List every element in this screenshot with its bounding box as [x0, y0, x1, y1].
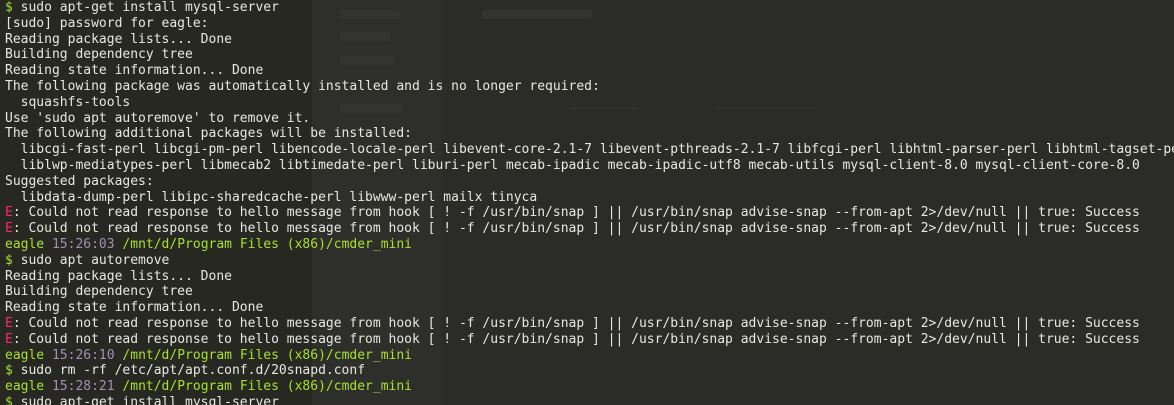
- prompt-symbol: $: [5, 394, 13, 405]
- error-line: E: Could not read response to hello mess…: [5, 221, 1174, 237]
- error-text: : Could not read response to hello messa…: [12, 331, 1140, 347]
- output-line: [sudo] password for eagle:: [5, 16, 1174, 32]
- output-line: liblwp-mediatypes-perl libmecab2 libtime…: [5, 158, 1174, 174]
- prompt-line: eagle 15:26:03 /mnt/d/Program Files (x86…: [5, 237, 1174, 253]
- error-text: : Could not read response to hello messa…: [12, 221, 1140, 237]
- output-text: Reading package lists... Done: [5, 31, 232, 47]
- prompt-symbol: $: [5, 0, 13, 15]
- output-line: Reading package lists... Done: [5, 269, 1174, 285]
- output-line: Building dependency tree: [5, 47, 1174, 63]
- output-line: Use 'sudo apt autoremove' to remove it.: [5, 111, 1174, 127]
- prompt-path: /mnt/d/Program Files (x86)/cmder_mini: [122, 379, 413, 395]
- output-text: Reading package lists... Done: [5, 268, 232, 284]
- error-prefix: E: [5, 315, 13, 331]
- output-line: libcgi-fast-perl libcgi-pm-perl libencod…: [5, 142, 1174, 158]
- output-line: libdata-dump-perl libipc-sharedcache-per…: [5, 190, 1174, 206]
- output-line: Reading state information... Done: [5, 300, 1174, 316]
- prompt-user: eagle: [5, 379, 45, 395]
- output-line: Reading package lists... Done: [5, 32, 1174, 48]
- prompt-path: /mnt/d/Program Files (x86)/cmder_mini: [122, 347, 413, 363]
- error-prefix: E: [5, 221, 13, 237]
- error-prefix: E: [5, 205, 13, 221]
- command-line: $ sudo apt autoremove: [5, 253, 1174, 269]
- output-text: The following additional packages will b…: [5, 126, 412, 142]
- prompt-symbol: $: [5, 363, 13, 379]
- prompt-user: eagle: [5, 236, 45, 252]
- output-text: Building dependency tree: [5, 284, 193, 300]
- command-text: sudo apt-get install mysql-server: [12, 0, 279, 15]
- output-text: libdata-dump-perl libipc-sharedcache-per…: [5, 189, 538, 205]
- prompt-line: eagle 15:26:10 /mnt/d/Program Files (x86…: [5, 348, 1174, 364]
- prompt-symbol: $: [5, 252, 13, 268]
- output-text: The following package was automatically …: [5, 78, 600, 94]
- error-text: : Could not read response to hello messa…: [12, 205, 1140, 221]
- prompt-path: /mnt/d/Program Files (x86)/cmder_mini: [122, 236, 413, 252]
- output-text: [sudo] password for eagle:: [5, 15, 209, 31]
- error-text: : Could not read response to hello messa…: [12, 315, 1140, 331]
- command-line: $ sudo apt-get install mysql-server: [5, 0, 1174, 16]
- output-text: Building dependency tree: [5, 47, 193, 63]
- output-text: libcgi-fast-perl libcgi-pm-perl libencod…: [5, 142, 1174, 158]
- output-text: squashfs-tools: [5, 94, 131, 110]
- output-text: Reading state information... Done: [5, 300, 264, 316]
- prompt-line: eagle 15:28:21 /mnt/d/Program Files (x86…: [5, 379, 1174, 395]
- error-line: E: Could not read response to hello mess…: [5, 205, 1174, 221]
- terminal-output[interactable]: $ sudo apt-get install mysql-server [sudo…: [0, 0, 1174, 405]
- command-line: $ sudo rm -rf /etc/apt/apt.conf.d/20snap…: [5, 363, 1174, 379]
- output-line: squashfs-tools: [5, 95, 1174, 111]
- command-line: $ sudo apt-get install mysql-server: [5, 395, 1174, 405]
- output-line: The following additional packages will b…: [5, 126, 1174, 142]
- prompt-user: eagle: [5, 347, 45, 363]
- output-line: The following package was automatically …: [5, 79, 1174, 95]
- command-text: sudo apt-get install mysql-server: [12, 394, 279, 405]
- output-text: Suggested packages:: [5, 173, 154, 189]
- error-line: E: Could not read response to hello mess…: [5, 316, 1174, 332]
- output-text: liblwp-mediatypes-perl libmecab2 libtime…: [5, 157, 1140, 173]
- error-line: E: Could not read response to hello mess…: [5, 332, 1174, 348]
- output-line: Reading state information... Done: [5, 63, 1174, 79]
- command-text: sudo apt autoremove: [12, 252, 170, 268]
- output-line: Building dependency tree: [5, 284, 1174, 300]
- output-text: Use 'sudo apt autoremove' to remove it.: [5, 110, 311, 126]
- error-prefix: E: [5, 331, 13, 347]
- prompt-time: 15:26:10: [51, 347, 115, 363]
- output-line: Suggested packages:: [5, 174, 1174, 190]
- command-text: sudo rm -rf /etc/apt/apt.conf.d/20snapd.…: [12, 363, 366, 379]
- prompt-time: 15:28:21: [51, 379, 115, 395]
- output-text: Reading state information... Done: [5, 63, 264, 79]
- prompt-time: 15:26:03: [51, 236, 115, 252]
